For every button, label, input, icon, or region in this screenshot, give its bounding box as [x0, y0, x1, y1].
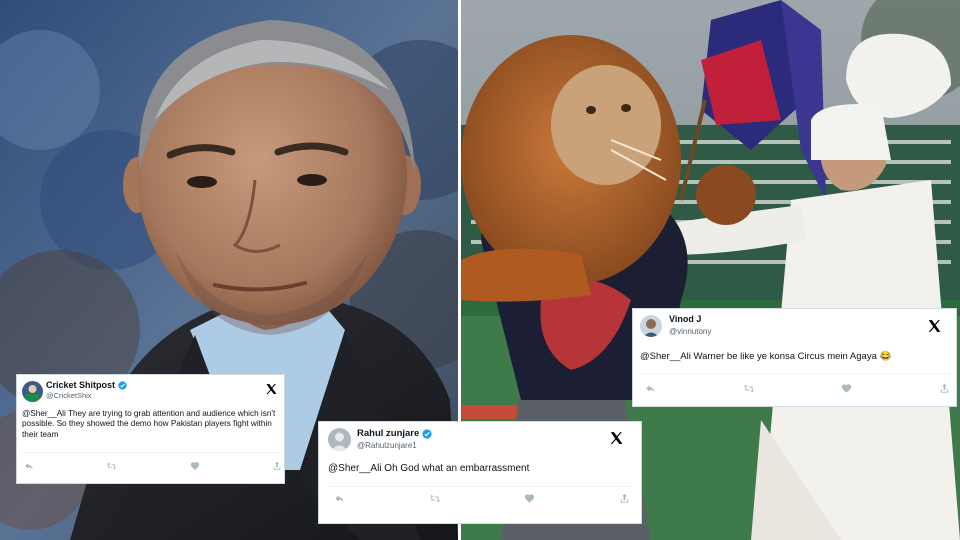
tweet-author-name[interactable]: Rahul zunjare: [357, 428, 432, 439]
default-avatar-icon: [328, 428, 351, 451]
retweet-icon[interactable]: [743, 383, 755, 394]
share-icon[interactable]: [619, 493, 630, 504]
tweet-actions: [24, 459, 282, 473]
tweet-text: @Sher__Ali Warner be like ye konsa Circu…: [640, 351, 892, 362]
share-icon[interactable]: [272, 461, 282, 471]
cricket-shitpost-avatar-icon: [22, 381, 43, 402]
like-icon[interactable]: [190, 461, 200, 471]
avatar[interactable]: [22, 381, 43, 402]
author-name-text: Rahul zunjare: [357, 428, 420, 439]
tweet-text: @Sher__Ali Oh God what an embarrassment: [328, 463, 530, 474]
author-name-text: Vinod J: [669, 314, 702, 324]
vinod-avatar-icon: [640, 315, 662, 337]
like-icon[interactable]: [841, 383, 852, 394]
tweet-author-handle[interactable]: @vinnutony: [669, 327, 711, 336]
reply-icon[interactable]: [334, 493, 345, 504]
x-logo-icon[interactable]: [265, 382, 277, 400]
share-icon[interactable]: [939, 383, 950, 394]
tweet-divider: [22, 452, 281, 453]
verified-badge-icon: [422, 428, 432, 439]
tweet-card-vinod-j[interactable]: Vinod J @vinnutony @Sher__Ali Warner be …: [632, 308, 957, 407]
tweet-author-name[interactable]: Cricket Shitpost: [46, 380, 127, 390]
tweet-card-rahul-zunjare[interactable]: Rahul zunjare @Rahulzunjare1 @Sher__Ali …: [318, 421, 642, 524]
tweet-author-name[interactable]: Vinod J: [669, 314, 701, 324]
tweet-actions: [334, 491, 630, 505]
retweet-icon[interactable]: [106, 461, 117, 471]
x-logo-icon[interactable]: [609, 431, 623, 450]
avatar[interactable]: [328, 428, 351, 451]
tweet-author-handle[interactable]: @CricketShix: [46, 391, 92, 400]
tweet-text: @Sher__Ali They are trying to grab atten…: [22, 409, 276, 439]
tweet-divider: [328, 486, 633, 487]
tweet-divider: [640, 373, 950, 374]
tweet-author-handle[interactable]: @Rahulzunjare1: [357, 441, 417, 450]
like-icon[interactable]: [524, 493, 535, 504]
reply-icon[interactable]: [24, 461, 34, 471]
verified-badge-icon: [118, 380, 127, 390]
x-logo-icon[interactable]: [927, 319, 941, 338]
retweet-icon[interactable]: [429, 493, 441, 504]
avatar[interactable]: [640, 315, 662, 337]
tweet-card-cricket-shitpost[interactable]: Cricket Shitpost @CricketShix @Sher__Ali…: [16, 374, 285, 484]
reply-icon[interactable]: [645, 383, 656, 394]
author-name-text: Cricket Shitpost: [46, 380, 116, 390]
tweet-actions: [645, 381, 950, 395]
